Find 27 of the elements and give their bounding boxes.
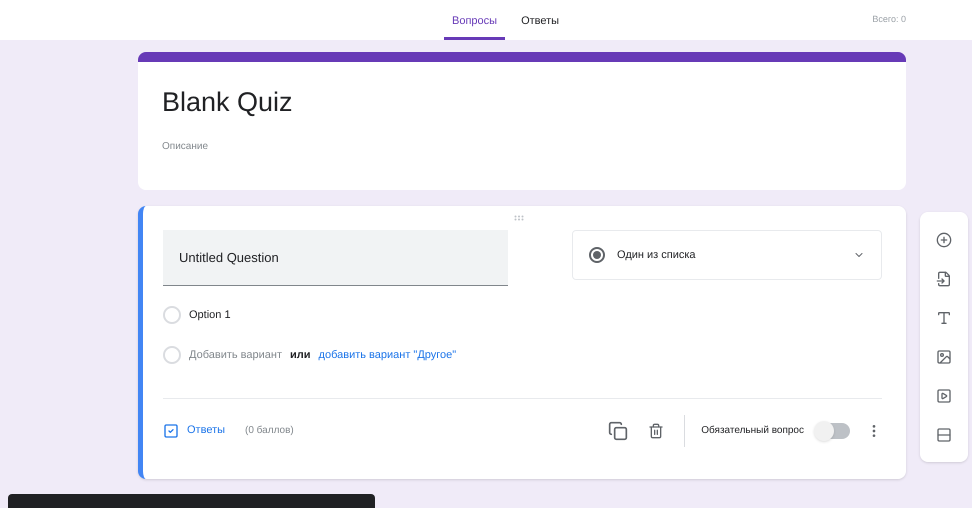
form-title[interactable]: Blank Quiz: [162, 82, 882, 122]
form-description[interactable]: Описание: [162, 138, 882, 154]
add-option-link[interactable]: Добавить вариант: [189, 346, 282, 364]
circle-icon: [163, 346, 181, 364]
radio-icon: [589, 247, 605, 263]
import-file-icon[interactable]: [936, 270, 952, 286]
duplicate-icon[interactable]: [608, 420, 628, 440]
question-type-dropdown[interactable]: Один из списка: [572, 230, 882, 280]
checkbox-icon: [163, 422, 179, 438]
text-icon[interactable]: [936, 310, 952, 326]
radio-button[interactable]: [163, 306, 181, 324]
add-circle-icon[interactable]: [936, 232, 952, 248]
tab[interactable]: Ответы: [513, 12, 568, 40]
required-switch[interactable]: [816, 422, 850, 438]
question-title-field[interactable]: Untitled Question: [163, 230, 508, 286]
image-icon[interactable]: [936, 348, 952, 364]
answer-key-button[interactable]: Ответы: [163, 422, 226, 439]
tab[interactable]: Вопросы: [444, 12, 506, 40]
or-text: или: [290, 348, 311, 363]
section-icon[interactable]: [936, 426, 952, 442]
total-points: Всего: 0: [872, 13, 906, 26]
trash-icon[interactable]: [648, 422, 664, 438]
option-label[interactable]: Option 1: [189, 306, 231, 324]
required-label: Обязательный вопрос: [701, 424, 804, 438]
video-icon[interactable]: [936, 388, 952, 404]
add-other-link[interactable]: добавить вариант "Другое": [318, 346, 456, 364]
points-text: (0 баллов): [245, 424, 294, 438]
